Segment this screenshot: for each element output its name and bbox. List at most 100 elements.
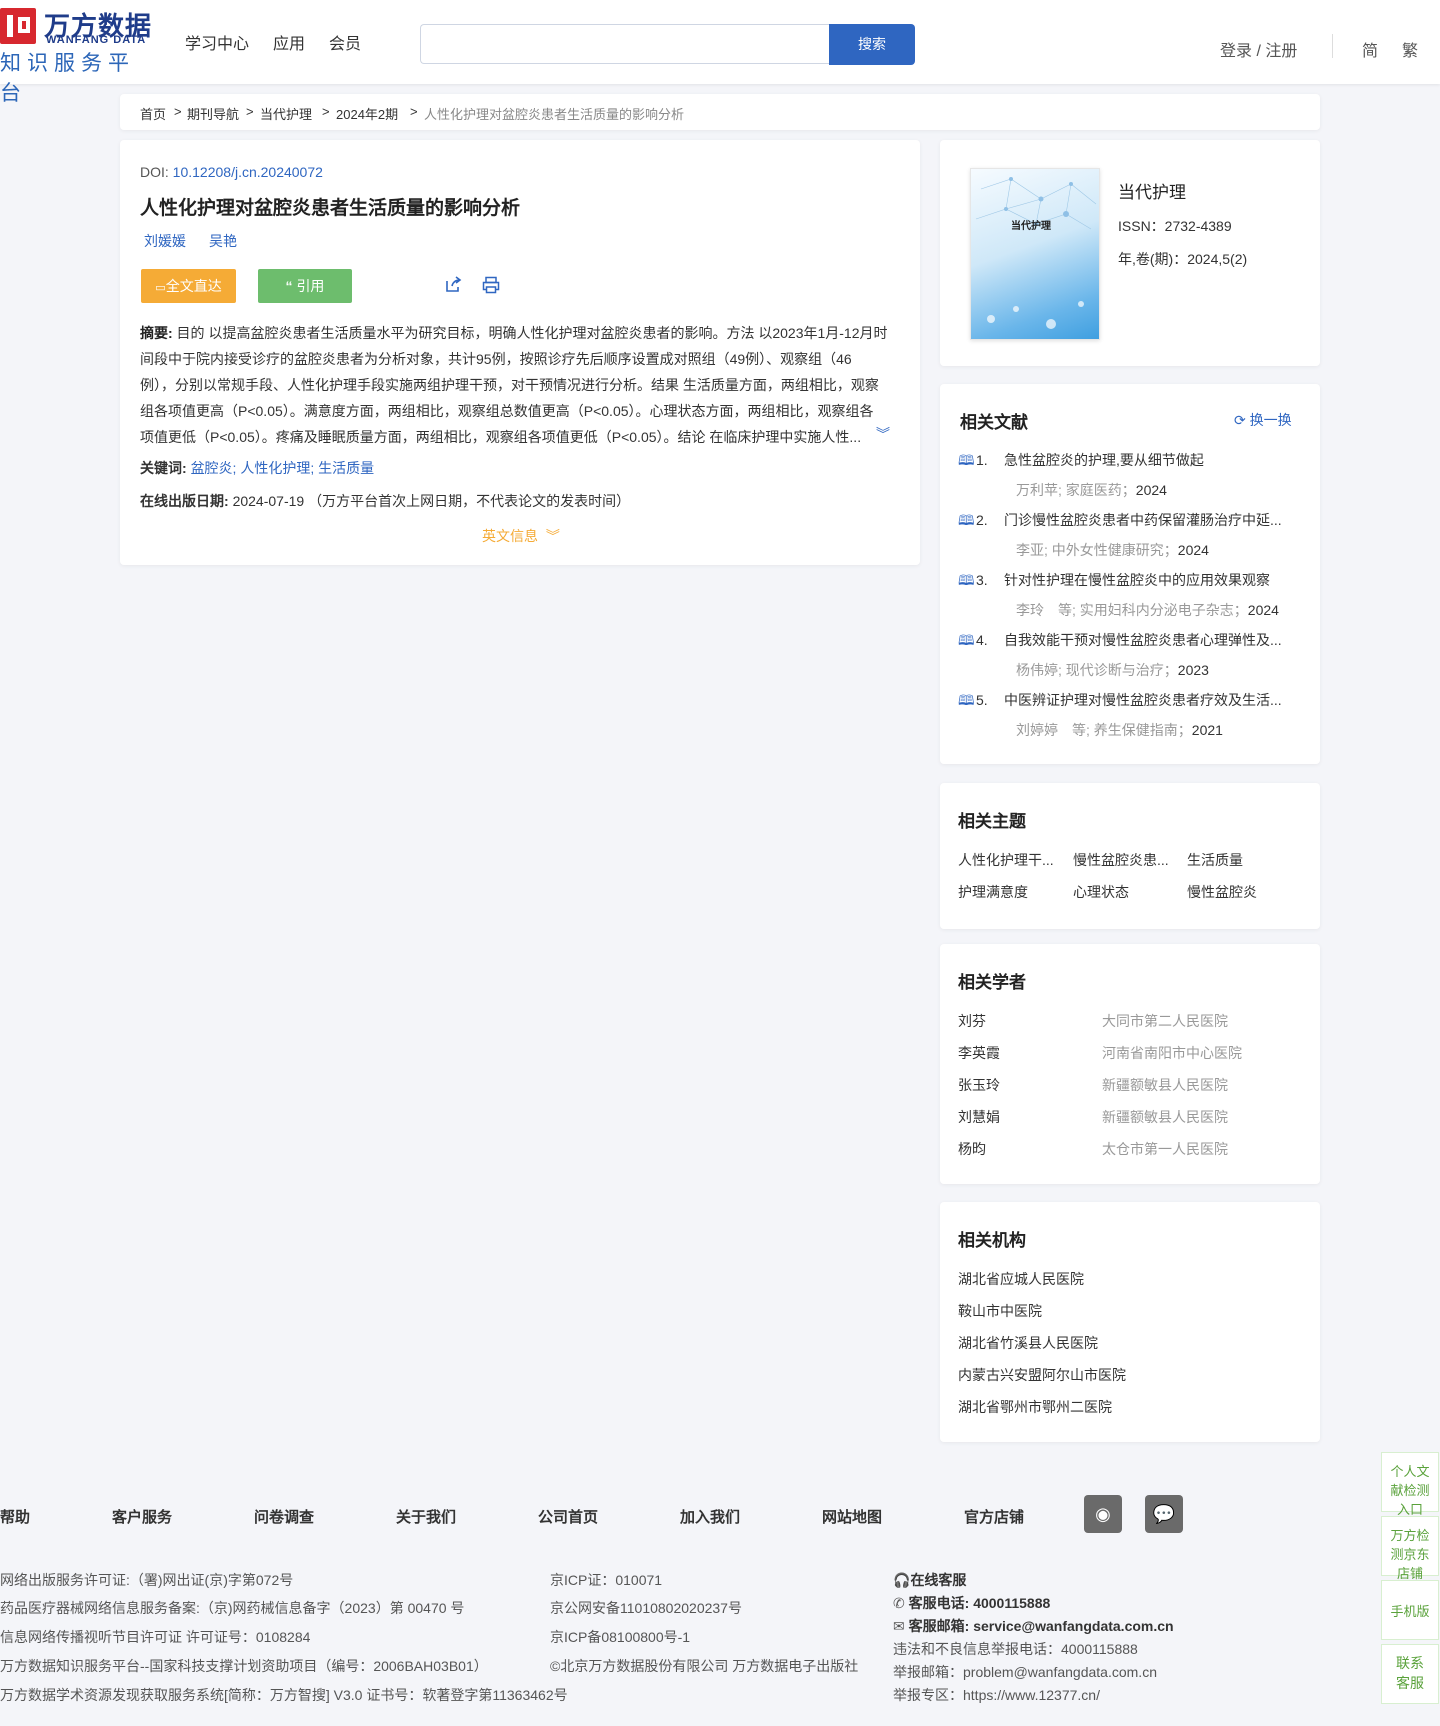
fulltext-label: 全文直达 <box>165 278 222 294</box>
footer-link-company[interactable]: 公司首页 <box>538 1506 598 1527</box>
footer-link-store[interactable]: 官方店铺 <box>964 1506 1024 1527</box>
breadcrumb-home[interactable]: 首页 <box>140 104 166 123</box>
float-mobile[interactable]: 手机版 <box>1381 1580 1439 1640</box>
share-icon[interactable] <box>444 276 462 294</box>
logo-en-text: WANFANG DATA <box>46 34 147 46</box>
login-register-link[interactable]: 登录 / 注册 <box>1220 37 1297 61</box>
nav-learning-center[interactable]: 学习中心 <box>185 30 249 54</box>
doc-title-link[interactable]: 急性盆腔炎的护理,要从细节做起 <box>1004 452 1204 468</box>
weibo-icon[interactable]: ◉ <box>1084 1495 1122 1533</box>
lang-simplified[interactable]: 简 <box>1362 37 1378 61</box>
english-info-toggle[interactable]: 英文信息 ︾ <box>482 526 560 546</box>
journal-title[interactable]: 当代护理 <box>1118 178 1186 203</box>
breadcrumb-current: 人性化护理对盆腔炎患者生活质量的影响分析 <box>424 107 685 122</box>
footer-email: ✉ 客服邮箱: service@wanfangdata.com.cn <box>893 1616 1174 1636</box>
doc-meta: 杨伟婷; 现代诊断与治疗； <box>1016 662 1178 678</box>
journal-card: 当代护理 当代护理 ISSN：2732-4389 年,卷(期)：2024,5(2… <box>940 140 1320 366</box>
footer-link-help[interactable]: 帮助 <box>0 1506 30 1527</box>
float-contact[interactable]: 联系客服 <box>1381 1644 1439 1704</box>
float-detection-entry[interactable]: 个人文献检测入口 <box>1381 1452 1439 1517</box>
keywords-line: 关键词: 盆腔炎; 人性化护理; 生活质量 <box>140 458 374 478</box>
refresh-button[interactable]: ⟳ 换一换 <box>1234 410 1292 430</box>
nav-membership[interactable]: 会员 <box>329 30 361 54</box>
breadcrumb-issue[interactable]: 2024年2期 <box>336 104 398 123</box>
topic-link[interactable]: 护理满意度 <box>958 882 1028 902</box>
doc-number: 4. <box>976 632 988 648</box>
topic-link[interactable]: 人性化护理干... <box>958 850 1054 870</box>
float-jd-store[interactable]: 万方检测京东店铺 <box>1381 1516 1439 1581</box>
doc-title-link[interactable]: 自我效能干预对慢性盆腔炎患者心理弹性及... <box>1004 632 1282 648</box>
footer-link-service[interactable]: 客户服务 <box>112 1506 172 1527</box>
doc-number: 2. <box>976 512 988 528</box>
refresh-icon: ⟳ <box>1234 412 1246 428</box>
footer-license: 药品医疗器械网络信息服务备案:（京)网药械信息备字（2023）第 00470 号 <box>0 1600 465 1616</box>
email-address[interactable]: service@wanfangdata.com.cn <box>973 1618 1173 1634</box>
org-link[interactable]: 湖北省竹溪县人民医院 <box>958 1333 1098 1353</box>
keyword-link[interactable]: 盆腔炎; <box>191 460 237 476</box>
footer-online-service[interactable]: 🎧在线客服 <box>893 1570 966 1590</box>
abstract-line: 项值更低（P<0.05）。疼痛及睡眠质量方面，两组相比，观察组各项值更低（P<0… <box>140 429 862 445</box>
book-icon: 🕮 <box>958 632 975 648</box>
search-button[interactable]: 搜索 <box>829 24 915 65</box>
mail-icon: ✉ <box>893 1618 905 1634</box>
publish-date: 2024-07-19 <box>232 493 305 509</box>
org-link[interactable]: 湖北省鄂州市鄂州二医院 <box>958 1397 1112 1417</box>
search-input[interactable] <box>420 24 830 64</box>
email-label: 客服邮箱: <box>908 1618 970 1634</box>
fulltext-button[interactable]: ▭全文直达 <box>141 269 236 303</box>
related-scholars-panel: 相关学者 刘芬 大同市第二人民医院 李英霞 河南省南阳市中心医院 张玉玲 新疆额… <box>940 944 1320 1184</box>
related-topics-panel: 相关主题 人性化护理干... 慢性盆腔炎患... 生活质量 护理满意度 心理状态… <box>940 783 1320 929</box>
footer-link-join[interactable]: 加入我们 <box>680 1506 740 1527</box>
journal-cover[interactable]: 当代护理 <box>970 168 1100 340</box>
lang-traditional[interactable]: 繁 <box>1402 37 1418 61</box>
doc-year: 2024 <box>1247 602 1279 618</box>
doc-title-link[interactable]: 针对性护理在慢性盆腔炎中的应用效果观察 <box>1004 572 1270 588</box>
related-docs-panel: 相关文献 ⟳ 换一换 🕮1. 急性盆腔炎的护理,要从细节做起 万利苹; 家庭医药；… <box>940 384 1320 764</box>
org-link[interactable]: 鞍山市中医院 <box>958 1301 1042 1321</box>
breadcrumb-separator: > <box>410 104 418 119</box>
cover-pattern <box>975 177 1097 329</box>
doc-year: 2023 <box>1177 662 1209 678</box>
footer-report-site[interactable]: 举报专区：https://www.12377.cn/ <box>893 1685 1100 1705</box>
footer-license: 万方数据学术资源发现获取服务系统[简称：万方智搜] V3.0 证书号：软著登字第… <box>0 1687 568 1703</box>
doc-title-link[interactable]: 中医辨证护理对慢性盆腔炎患者疗效及生活... <box>1004 692 1282 708</box>
footer-link-sitemap[interactable]: 网站地图 <box>822 1506 882 1527</box>
doc-title-link[interactable]: 门诊慢性盆腔炎患者中药保留灌肠治疗中延... <box>1004 512 1282 528</box>
topic-link[interactable]: 生活质量 <box>1187 850 1243 870</box>
org-link[interactable]: 内蒙古兴安盟阿尔山市医院 <box>958 1365 1126 1385</box>
keyword-link[interactable]: 生活质量 <box>318 460 374 476</box>
publish-date-line: 在线出版日期: 2024-07-19 （万方平台首次上网日期，不代表论文的发表时… <box>140 491 630 511</box>
scholar-name[interactable]: 杨昀 <box>958 1139 986 1159</box>
author-link[interactable]: 吴艳 <box>209 231 237 251</box>
related-scholars-title: 相关学者 <box>958 973 1026 992</box>
scholar-name[interactable]: 刘慧娟 <box>958 1107 1000 1127</box>
org-link[interactable]: 湖北省应城人民医院 <box>958 1269 1084 1289</box>
author-link[interactable]: 刘媛媛 <box>144 231 186 251</box>
nav-apps[interactable]: 应用 <box>273 30 305 54</box>
print-icon[interactable] <box>482 276 500 294</box>
topic-link[interactable]: 慢性盆腔炎患... <box>1073 850 1169 870</box>
breadcrumb-journal-nav[interactable]: 期刊导航 <box>187 104 239 123</box>
publish-date-label: 在线出版日期: <box>140 493 229 509</box>
scholar-name[interactable]: 李英霞 <box>958 1043 1000 1063</box>
footer-link-about[interactable]: 关于我们 <box>396 1506 456 1527</box>
expand-abstract-icon[interactable]: ︾ <box>876 424 890 444</box>
breadcrumb-journal[interactable]: 当代护理 <box>260 104 312 123</box>
doi-link[interactable]: 10.12208/j.cn.20240072 <box>173 164 323 180</box>
topic-link[interactable]: 心理状态 <box>1073 882 1129 902</box>
logo[interactable]: 万方数据 WANFANG DATA 知识服务平台 <box>0 0 160 105</box>
cite-label: 引用 <box>296 278 325 294</box>
wechat-icon[interactable]: 💬 <box>1145 1495 1183 1533</box>
scholar-name[interactable]: 刘芬 <box>958 1011 986 1031</box>
scholar-name[interactable]: 张玉玲 <box>958 1075 1000 1095</box>
keywords-label: 关键词: <box>140 460 187 476</box>
related-orgs-title: 相关机构 <box>958 1231 1026 1250</box>
cite-button[interactable]: “ 引用 <box>258 269 352 303</box>
phone-icon: ✆ <box>893 1595 905 1611</box>
related-docs-title: 相关文献 <box>960 413 1028 432</box>
doi-line: DOI: 10.12208/j.cn.20240072 <box>140 164 323 180</box>
footer-link-survey[interactable]: 问卷调查 <box>254 1506 314 1527</box>
keyword-link[interactable]: 人性化护理; <box>240 460 314 476</box>
fulltext-icon: ▭ <box>155 282 166 294</box>
topic-link[interactable]: 慢性盆腔炎 <box>1187 882 1257 902</box>
